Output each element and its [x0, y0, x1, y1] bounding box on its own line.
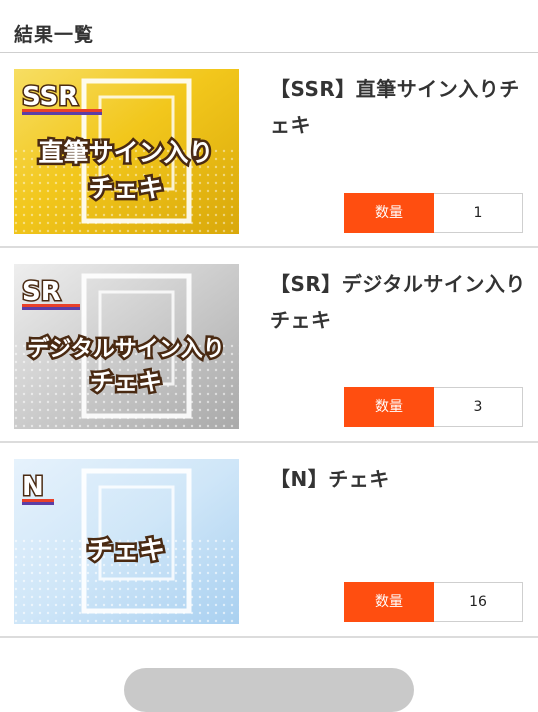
- quantity-label: 数量: [344, 387, 434, 427]
- item-divider: [0, 636, 538, 638]
- rarity-badge: N: [22, 472, 44, 502]
- quantity-value: 16: [434, 582, 523, 622]
- quantity-value: 1: [434, 193, 523, 233]
- item-thumbnail: SR デジタルサイン入り チェキ: [14, 264, 239, 429]
- result-item-n: N チェキ 【N】チェキ 数量 16: [0, 443, 538, 638]
- thumbnail-caption-line1: デジタルサイン入り: [27, 336, 225, 362]
- page-title: 結果一覧: [14, 24, 95, 46]
- quantity-label: 数量: [344, 582, 434, 622]
- rarity-badge: SSR: [22, 82, 78, 112]
- thumbnail-caption-line2: チェキ: [88, 174, 163, 203]
- item-thumbnail: SSR 直筆サイン入り チェキ: [14, 69, 239, 234]
- item-name: 【SR】デジタルサイン入りチェキ: [270, 272, 526, 332]
- result-item-sr: SR デジタルサイン入り チェキ 【SR】デジタルサイン入りチェキ 数量 3: [0, 248, 538, 443]
- item-name: 【N】チェキ: [270, 467, 390, 491]
- item-name: 【SSR】直筆サイン入りチェキ: [270, 77, 520, 137]
- quantity-value: 3: [434, 387, 523, 427]
- thumbnail-caption-line2: チェキ: [90, 368, 162, 396]
- rarity-badge: SR: [22, 277, 61, 307]
- thumbnail-caption-line1: 直筆サイン入り: [38, 138, 213, 167]
- bottom-action-button[interactable]: [124, 668, 414, 712]
- quantity-label: 数量: [344, 193, 434, 233]
- thumbnail-caption-line1: チェキ: [87, 536, 165, 566]
- result-item-ssr: SSR 直筆サイン入り チェキ 【SSR】直筆サイン入りチェキ 数量 1: [0, 53, 538, 248]
- item-thumbnail: N チェキ: [14, 459, 239, 624]
